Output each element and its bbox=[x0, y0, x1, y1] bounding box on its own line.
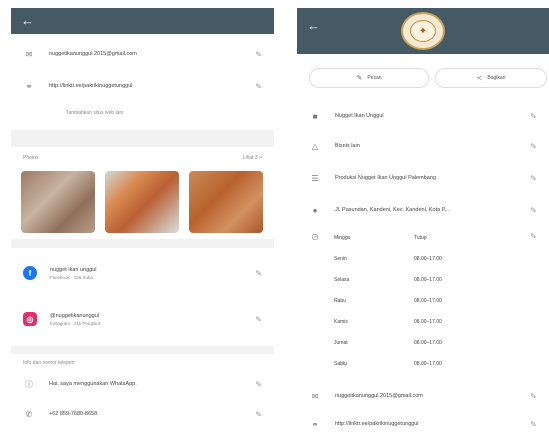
edit-pencil-icon[interactable]: ✎ bbox=[250, 82, 262, 91]
profile-header: ← ✦ bbox=[297, 8, 549, 54]
email-row[interactable]: ✉ nuggetikanunggul.2015@gmail.com ✎ bbox=[11, 46, 274, 62]
business-name: Nugget Ikan Unggul bbox=[335, 113, 384, 119]
message-button-label: Pesan bbox=[367, 75, 382, 81]
right-website-row[interactable]: ⚭ http://linktr.ee/pakrikinuggetunggul ✎ bbox=[297, 416, 549, 432]
edit-pencil-icon[interactable]: ✎ bbox=[525, 392, 537, 401]
photo-thumbnail[interactable] bbox=[189, 171, 263, 233]
business-logo[interactable]: ✦ bbox=[401, 12, 445, 50]
photos-see-all-link[interactable]: Lihat 3 > bbox=[243, 155, 262, 161]
right-website-text: http://linktr.ee/pakrikinuggetunggul bbox=[335, 421, 419, 427]
back-arrow-icon[interactable]: ← bbox=[307, 18, 320, 34]
contact-card: ✉ nuggetikanunggul.2015@gmail.com ✎ ⚭ ht… bbox=[11, 34, 274, 130]
edit-pencil-icon[interactable]: ✎ bbox=[525, 174, 537, 183]
photo-thumbnail[interactable] bbox=[21, 171, 95, 233]
business-description: Produksi Nugget Ikan Unggul Palembang bbox=[335, 175, 436, 181]
store-icon: ■ bbox=[312, 111, 318, 121]
share-icon: ≺ bbox=[476, 75, 483, 82]
photo-thumbnail[interactable] bbox=[105, 171, 179, 233]
edit-pencil-icon[interactable]: ✎ bbox=[250, 50, 262, 59]
phone-icon: ✆ bbox=[25, 409, 33, 419]
left-screen: ← ✉ nuggetikanunggul.2015@gmail.com ✎ ⚭ … bbox=[11, 8, 274, 434]
message-button[interactable]: ✎ Pesan bbox=[309, 68, 429, 88]
right-email-row[interactable]: ✉ nuggetikanunggul.2015@gmail.com ✎ bbox=[297, 388, 549, 404]
whatsapp-section-title: Info dan nomor telepon bbox=[23, 360, 75, 366]
share-button[interactable]: ≺ Bagikan bbox=[435, 68, 547, 88]
category-icon: △ bbox=[311, 141, 319, 151]
edit-pencil-icon[interactable]: ✎ bbox=[530, 232, 537, 241]
facebook-text: nugget ikan unggul Facebook · 156 Suka bbox=[50, 267, 250, 280]
right-screen: ← ✦ ✎ Pesan ≺ Bagikan ■ Nugget Ikan Ungg… bbox=[297, 8, 549, 434]
business-hours[interactable]: ◷ ✎ Minggu Tutup Senin 08.00–17.00 Selasa 0… bbox=[297, 230, 549, 380]
hours-day: Sabtu bbox=[334, 361, 348, 367]
hours-day: Kamis bbox=[334, 319, 348, 325]
facebook-subtitle: Facebook · 156 Suka bbox=[50, 274, 93, 280]
left-top-bar: ← bbox=[11, 8, 274, 34]
hours-time: Tutup bbox=[414, 235, 427, 241]
instagram-row[interactable]: ◎ @nuggetikanunggul Instagram · 211 Peng… bbox=[11, 308, 274, 330]
business-category: Bisnis lain bbox=[335, 143, 360, 149]
edit-pencil-icon[interactable]: ✎ bbox=[250, 315, 262, 324]
phone-row[interactable]: ✆ +62 859-7680-8658 ✎ bbox=[11, 406, 274, 422]
fish-logo-icon: ✦ bbox=[410, 20, 436, 42]
hours-day: Selasa bbox=[334, 277, 350, 283]
hours-day: Senin bbox=[334, 256, 347, 262]
facebook-row[interactable]: f nugget ikan unggul Facebook · 156 Suka… bbox=[11, 262, 274, 284]
photos-title: Photos bbox=[23, 155, 39, 161]
email-text: nuggetikanunggul.2015@gmail.com bbox=[49, 51, 137, 57]
globe-icon: ⚭ bbox=[311, 419, 319, 429]
hours-day: Minggu bbox=[334, 235, 351, 241]
edit-pencil-icon[interactable]: ✎ bbox=[525, 206, 537, 215]
phone-text: +62 859-7680-8658 bbox=[49, 411, 98, 417]
share-button-label: Bagikan bbox=[487, 75, 506, 81]
hours-time: 08.00–17.00 bbox=[414, 319, 442, 325]
instagram-name: @nuggetikanunggul bbox=[50, 312, 100, 319]
category-row[interactable]: △ Bisnis lain ✎ bbox=[297, 138, 549, 154]
globe-icon: ⚭ bbox=[25, 81, 33, 91]
instagram-subtitle: Instagram · 211 Pengikut bbox=[50, 320, 100, 326]
description-row[interactable]: ☰ Produksi Nugget Ikan Unggul Palembang … bbox=[297, 170, 549, 186]
photos-header: Photos Lihat 3 > bbox=[11, 155, 274, 161]
edit-pencil-icon[interactable]: ✎ bbox=[525, 142, 537, 151]
social-card: f nugget ikan unggul Facebook · 156 Suka… bbox=[11, 248, 274, 346]
website-text: http://linktr.ee/pakrikinuggetunggul bbox=[49, 83, 133, 89]
facebook-name: nugget ikan unggul bbox=[50, 266, 97, 273]
whatsapp-card: Info dan nomor telepon ⓘ Hai, saya mengg… bbox=[11, 354, 274, 434]
status-text: Hai, saya menggunakan WhatsApp. bbox=[49, 381, 137, 387]
edit-pencil-icon[interactable]: ✎ bbox=[250, 380, 262, 389]
location-pin-icon: ● bbox=[312, 205, 318, 215]
hours-day: Jumat bbox=[334, 340, 348, 346]
chat-icon: ✎ bbox=[356, 75, 363, 82]
business-address: Jl. Pasundan, Kandeni, Kec. Kandeni, Kot… bbox=[335, 207, 450, 213]
hours-time: 08.00–17.00 bbox=[414, 277, 442, 283]
photo-strip bbox=[21, 171, 264, 233]
email-icon: ✉ bbox=[311, 391, 319, 401]
facebook-icon: f bbox=[23, 266, 37, 280]
website-row[interactable]: ⚭ http://linktr.ee/pakrikinuggetunggul ✎ bbox=[11, 78, 274, 94]
address-row[interactable]: ● Jl. Pasundan, Kandeni, Kec. Kandeni, K… bbox=[297, 202, 549, 218]
business-name-row[interactable]: ■ Nugget Ikan Unggul ✎ bbox=[297, 108, 549, 124]
edit-pencil-icon[interactable]: ✎ bbox=[250, 410, 262, 419]
description-icon: ☰ bbox=[311, 173, 319, 183]
photos-card: Photos Lihat 3 > bbox=[11, 147, 274, 239]
instagram-text: @nuggetikanunggul Instagram · 211 Pengik… bbox=[50, 313, 250, 326]
instagram-icon: ◎ bbox=[23, 312, 37, 326]
edit-pencil-icon[interactable]: ✎ bbox=[525, 112, 537, 121]
hours-time: 08.00–17.00 bbox=[414, 298, 442, 304]
hours-day: Rabu bbox=[334, 298, 346, 304]
info-icon: ⓘ bbox=[25, 379, 33, 389]
status-row[interactable]: ⓘ Hai, saya menggunakan WhatsApp. ✎ bbox=[11, 376, 274, 392]
hours-time: 08.00–17.00 bbox=[414, 256, 442, 262]
clock-icon: ◷ bbox=[311, 232, 319, 241]
edit-pencil-icon[interactable]: ✎ bbox=[525, 420, 537, 429]
hours-time: 08.00–17.00 bbox=[414, 340, 442, 346]
back-arrow-icon[interactable]: ← bbox=[21, 13, 34, 29]
add-website-link[interactable]: Tambahkan situs web lain bbox=[66, 110, 123, 116]
hours-time: 08.00–17.00 bbox=[414, 361, 442, 367]
email-icon: ✉ bbox=[25, 49, 33, 59]
right-email-text: nuggetikanunggul.2015@gmail.com bbox=[335, 393, 423, 399]
edit-pencil-icon[interactable]: ✎ bbox=[250, 269, 262, 278]
